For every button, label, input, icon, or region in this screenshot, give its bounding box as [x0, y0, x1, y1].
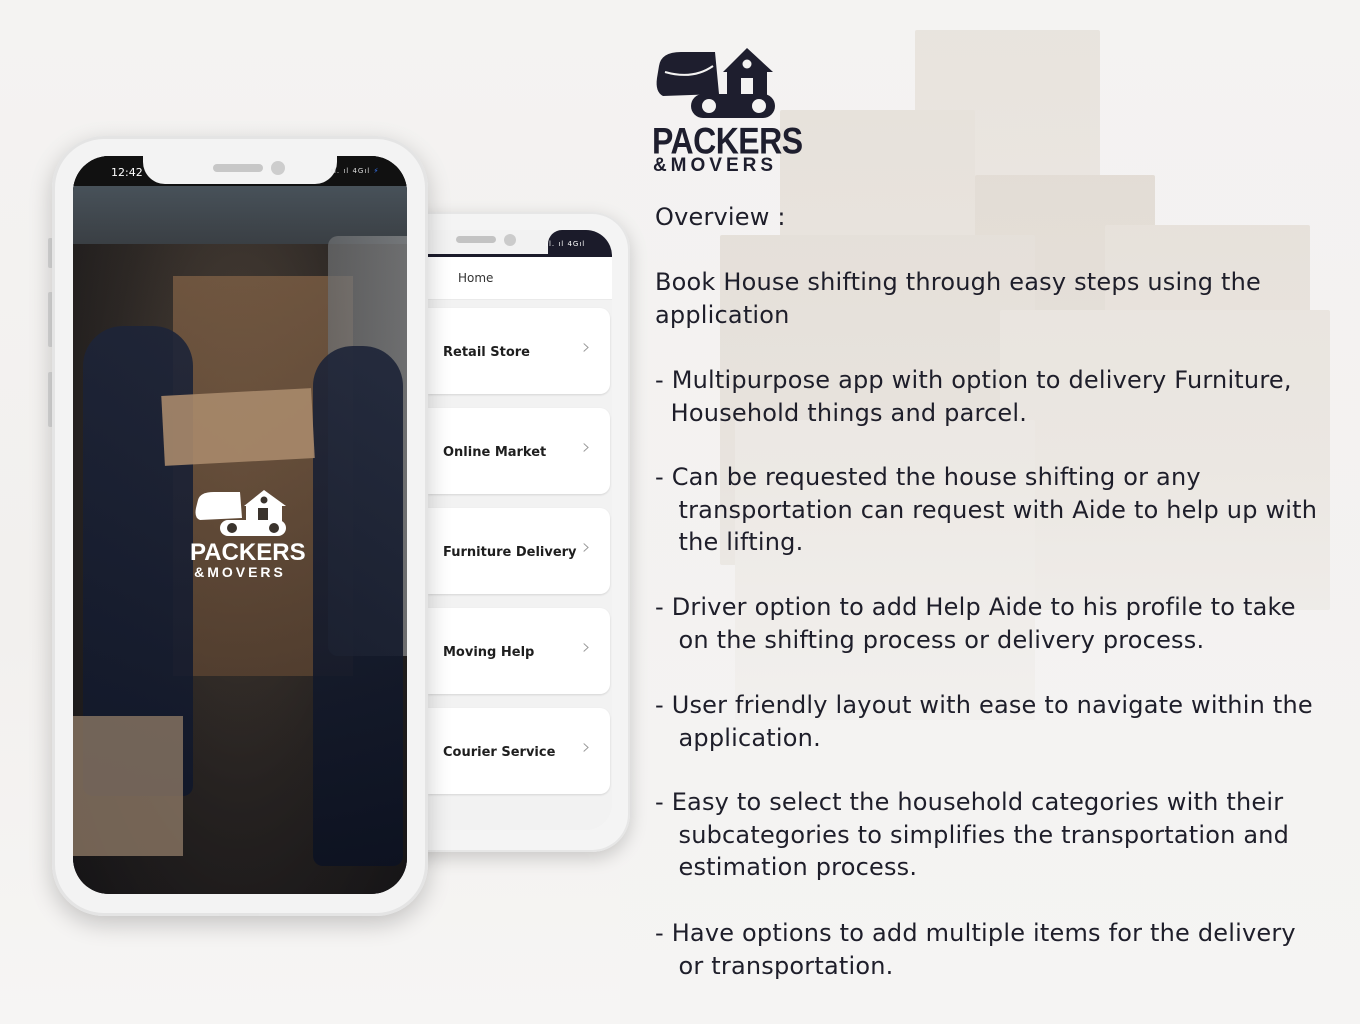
overview-point: - Have options to add multiple items for… [655, 919, 1296, 980]
signal-icons: ıl. ıl 4Gıl [546, 240, 586, 248]
chevron-right-icon: › [582, 535, 591, 560]
splash-screen: 12:42 ıl. ıl 4Gıl ⚡ PACKERS &MOVERS [73, 156, 407, 894]
category-moving-help[interactable]: Moving Help › [428, 608, 610, 694]
phone-notch [143, 156, 337, 184]
overview-heading: Overview : [655, 203, 786, 231]
splash-logo: PACKERS &MOVERS [190, 488, 306, 580]
app-header: Home [428, 257, 612, 300]
home-indicator [219, 913, 259, 916]
category-furniture-delivery[interactable]: Furniture Delivery › [428, 508, 610, 594]
chevron-right-icon: › [582, 635, 591, 660]
category-label: Online Market [443, 445, 547, 460]
truck-house-icon [656, 48, 775, 118]
chevron-right-icon: › [582, 435, 591, 460]
mover-person [313, 346, 403, 866]
chevron-right-icon: › [582, 735, 591, 760]
speaker-grille [456, 236, 496, 243]
cardboard-box [73, 716, 183, 856]
splash-phone-mockup: 12:42 ıl. ıl 4Gıl ⚡ PACKERS &MOVERS [52, 136, 428, 916]
brand-logo: PACKERS &MOVERS [652, 44, 803, 176]
category-label: Moving Help [443, 645, 535, 660]
home-screen: ıl. ıl 4Gıl Home Retail Store › Online M… [428, 230, 612, 830]
chevron-right-icon: › [582, 335, 591, 360]
overview-point: - Multipurpose app with option to delive… [655, 366, 1292, 427]
status-time: 12:42 [111, 166, 143, 179]
battery-charging-icon: ⚡ [373, 167, 380, 175]
category-courier-service[interactable]: Courier Service › [428, 708, 610, 794]
cardboard-box [161, 388, 315, 466]
overview-point: - Can be requested the house shifting or… [655, 463, 1318, 556]
signal-icons: ıl. ıl 4Gıl ⚡ [331, 167, 380, 175]
speaker-grille [213, 164, 263, 172]
category-label: Retail Store [443, 345, 530, 360]
category-label: Courier Service [443, 745, 556, 760]
camera-icon [504, 234, 516, 246]
camera-icon [271, 161, 285, 175]
overview-point: - Driver option to add Help Aide to his … [655, 593, 1296, 654]
truck-house-icon [195, 490, 286, 536]
category-label: Furniture Delivery [443, 545, 577, 560]
header-title: Home [458, 271, 494, 285]
category-online-market[interactable]: Online Market › [428, 408, 610, 494]
overview-point: - User friendly layout with ease to navi… [655, 691, 1313, 752]
overview-intro: Book House shifting through easy steps u… [655, 268, 1261, 329]
category-retail-store[interactable]: Retail Store › [428, 308, 610, 394]
overview-point: - Easy to select the household categorie… [655, 788, 1290, 881]
